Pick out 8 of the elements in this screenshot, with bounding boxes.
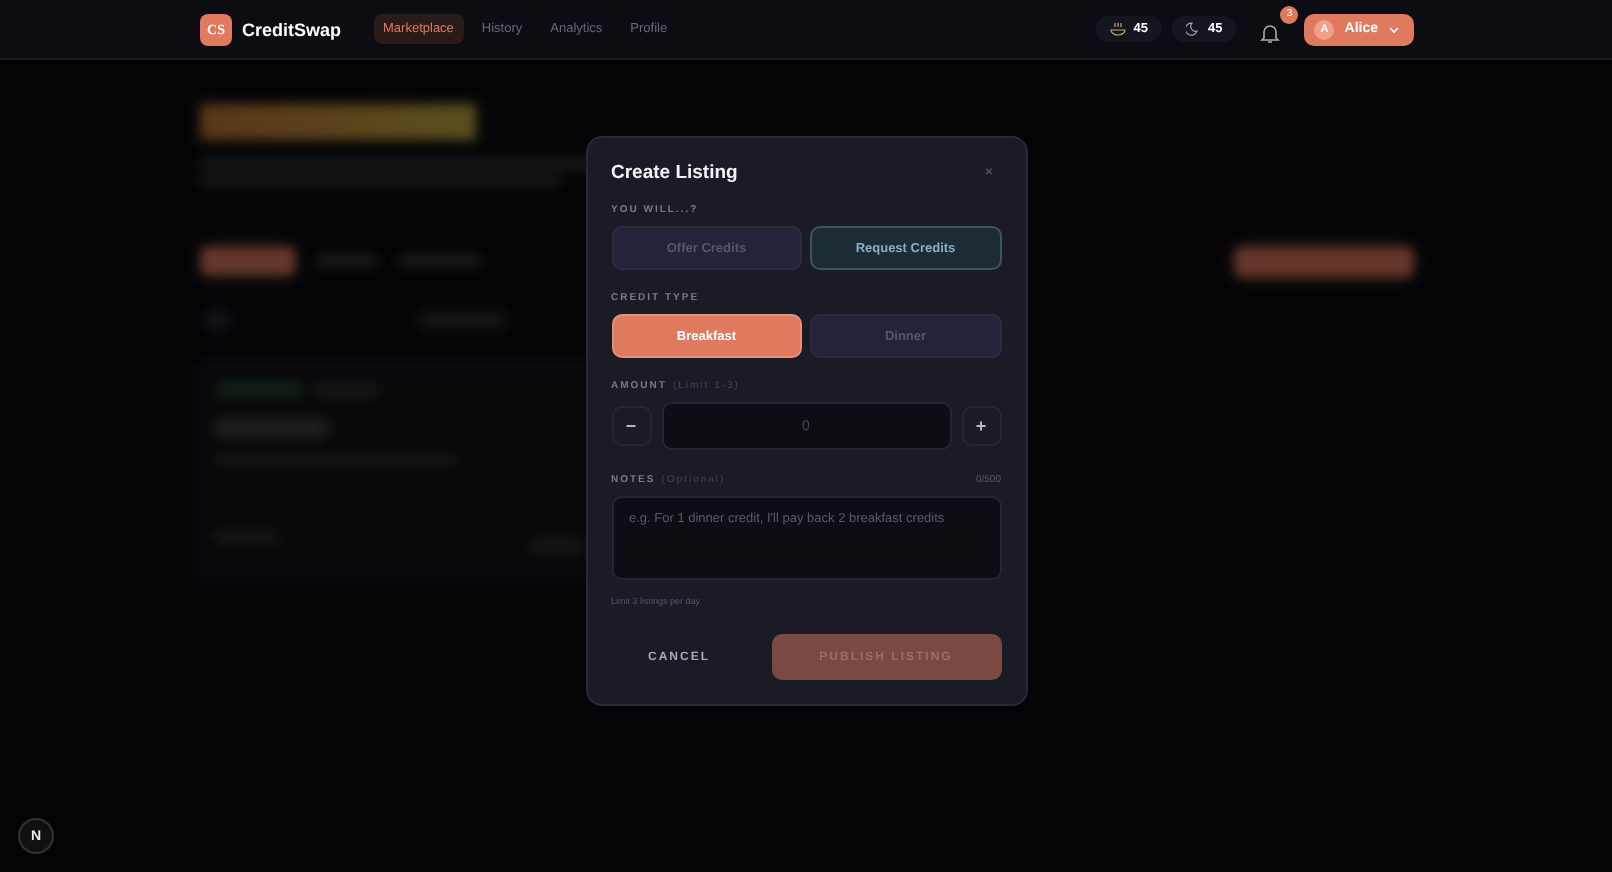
brand-name: CreditSwap — [242, 19, 342, 39]
bowl-icon — [1109, 22, 1126, 36]
chevron-down-icon — [1388, 25, 1400, 33]
decrement-button[interactable]: − — [611, 406, 651, 446]
bell-icon[interactable] — [1260, 21, 1281, 43]
dialog-title: Create Listing — [611, 162, 738, 184]
increment-button[interactable]: + — [961, 406, 1001, 446]
moon-icon — [1186, 22, 1201, 36]
